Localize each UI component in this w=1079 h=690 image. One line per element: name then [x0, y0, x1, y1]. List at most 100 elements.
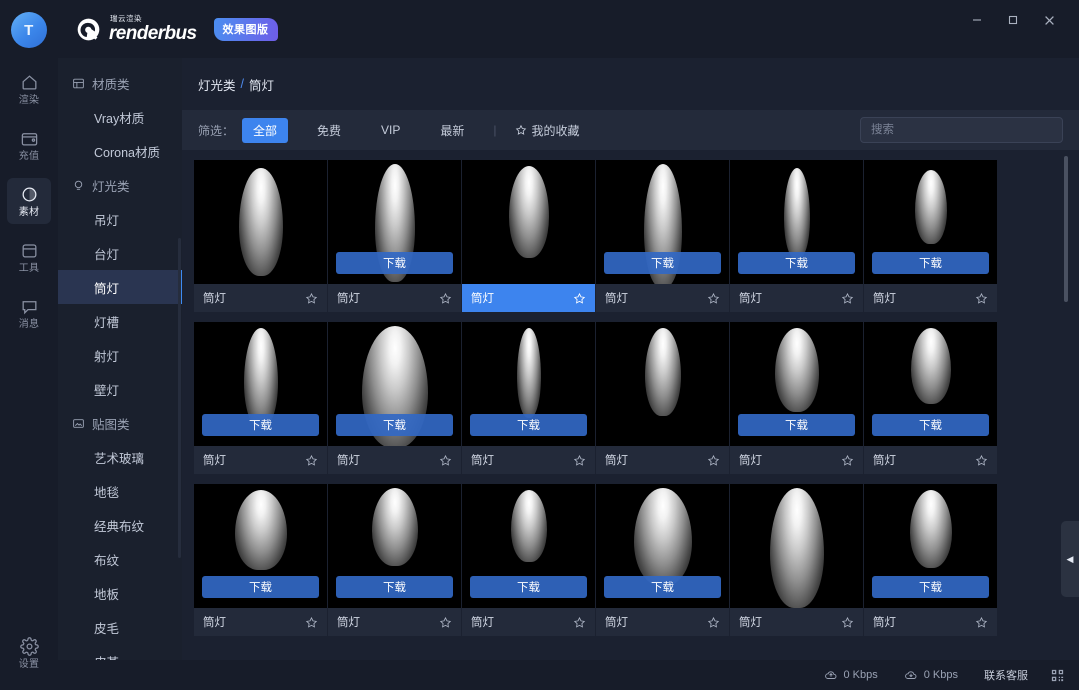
star-icon[interactable]	[975, 616, 988, 629]
download-button[interactable]: 下载	[872, 576, 989, 598]
asset-card[interactable]: 下载 筒灯	[194, 484, 327, 636]
filter-option-vip[interactable]: VIP	[370, 119, 411, 141]
nav-item-vray[interactable]: Vray材质	[58, 100, 182, 134]
maximize-button[interactable]	[995, 0, 1031, 40]
panel-collapse-handle[interactable]: ◀	[1061, 521, 1079, 597]
filter-option-newest[interactable]: 最新	[429, 118, 475, 143]
star-icon[interactable]	[573, 292, 586, 305]
sidebar-item-tools[interactable]: 工具	[7, 234, 51, 280]
nav-item-pendant-light[interactable]: 吊灯	[58, 202, 182, 236]
star-icon[interactable]	[707, 616, 720, 629]
asset-card[interactable]: 下载 筒灯	[328, 484, 461, 636]
sidebar-item-recharge[interactable]: 充值	[7, 122, 51, 168]
asset-card[interactable]: 下载 筒灯	[462, 484, 595, 636]
asset-card-footer: 筒灯	[328, 608, 461, 636]
light-cone-preview	[510, 490, 547, 562]
avatar[interactable]: T	[11, 12, 47, 48]
star-icon[interactable]	[707, 454, 720, 467]
asset-card[interactable]: 筒灯	[462, 160, 595, 312]
star-icon[interactable]	[841, 616, 854, 629]
nav-item-fabric[interactable]: 布纹	[58, 542, 182, 576]
download-button[interactable]: 下载	[872, 252, 989, 274]
asset-card[interactable]: 下载 筒灯	[864, 484, 997, 636]
sidebar-item-render[interactable]: 渲染	[7, 66, 51, 112]
star-icon[interactable]	[975, 454, 988, 467]
nav-item-fur[interactable]: 皮毛	[58, 610, 182, 644]
asset-card[interactable]: 筒灯	[194, 160, 327, 312]
assets-icon	[20, 184, 39, 204]
asset-card[interactable]: 筒灯	[730, 484, 863, 636]
download-button[interactable]: 下载	[872, 414, 989, 436]
my-favorites-button[interactable]: 我的收藏	[515, 122, 580, 139]
download-button[interactable]: 下载	[604, 252, 721, 274]
nav-item-classic-fabric[interactable]: 经典布纹	[58, 508, 182, 542]
star-icon[interactable]	[975, 292, 988, 305]
asset-card[interactable]: 下载 筒灯	[864, 160, 997, 312]
star-icon[interactable]	[305, 616, 318, 629]
download-button[interactable]: 下载	[738, 414, 855, 436]
nav-item-table-lamp[interactable]: 台灯	[58, 236, 182, 270]
asset-card[interactable]: 下载 筒灯	[864, 322, 997, 474]
chevron-left-icon: ◀	[1066, 553, 1074, 564]
contact-support-link[interactable]: 联系客服	[984, 667, 1028, 683]
sidebar-item-assets[interactable]: 素材	[7, 178, 51, 224]
logo-chinese-name: 瑞云渲染	[110, 14, 142, 24]
nav-item-label: Vray材质	[94, 111, 145, 126]
download-button[interactable]: 下载	[202, 576, 319, 598]
nav-item-corona[interactable]: Corona材质	[58, 134, 182, 168]
search-input[interactable]	[860, 117, 1063, 143]
nav-item-art-glass[interactable]: 艺术玻璃	[58, 440, 182, 474]
star-icon[interactable]	[573, 454, 586, 467]
star-icon[interactable]	[841, 454, 854, 467]
star-icon[interactable]	[707, 292, 720, 305]
asset-card[interactable]: 下载 筒灯	[194, 322, 327, 474]
asset-thumbnail: 下载	[864, 484, 997, 608]
star-icon[interactable]	[305, 454, 318, 467]
asset-card[interactable]: 下载 筒灯	[328, 160, 461, 312]
breadcrumb-separator: /	[240, 77, 244, 91]
star-icon[interactable]	[439, 292, 452, 305]
asset-card[interactable]: 下载 筒灯	[328, 322, 461, 474]
star-icon[interactable]	[841, 292, 854, 305]
nav-scrollbar[interactable]	[178, 238, 181, 558]
nav-item-leather[interactable]: 皮革	[58, 644, 182, 661]
filter-option-free[interactable]: 免费	[306, 118, 352, 143]
download-button[interactable]: 下载	[336, 414, 453, 436]
nav-item-carpet[interactable]: 地毯	[58, 474, 182, 508]
star-icon[interactable]	[305, 292, 318, 305]
minimize-button[interactable]	[959, 0, 995, 40]
star-icon[interactable]	[439, 616, 452, 629]
filter-option-all[interactable]: 全部	[242, 117, 289, 143]
star-icon[interactable]	[573, 616, 586, 629]
asset-thumbnail: 下载	[328, 484, 461, 608]
asset-card-label: 筒灯	[873, 293, 896, 305]
download-button[interactable]: 下载	[604, 576, 721, 598]
asset-card[interactable]: 下载 筒灯	[730, 322, 863, 474]
asset-card[interactable]: 下载 筒灯	[596, 484, 729, 636]
download-button[interactable]: 下载	[336, 252, 453, 274]
download-button[interactable]: 下载	[738, 252, 855, 274]
asset-card[interactable]: 下载 筒灯	[596, 160, 729, 312]
nav-item-wall-lamp[interactable]: 壁灯	[58, 372, 182, 406]
sidebar-item-message[interactable]: 消息	[7, 290, 51, 336]
download-button[interactable]: 下载	[336, 576, 453, 598]
light-cone-preview	[371, 488, 418, 566]
nav-item-light-trough[interactable]: 灯槽	[58, 304, 182, 338]
nav-item-spotlight[interactable]: 射灯	[58, 338, 182, 372]
nav-item-floor[interactable]: 地板	[58, 576, 182, 610]
download-button[interactable]: 下载	[470, 576, 587, 598]
asset-card[interactable]: 筒灯	[596, 322, 729, 474]
qrcode-icon[interactable]	[1050, 668, 1065, 683]
breadcrumb-parent[interactable]: 灯光类	[198, 75, 236, 94]
download-button[interactable]: 下载	[202, 414, 319, 436]
grid-scrollbar-thumb[interactable]	[1064, 156, 1068, 302]
nav-item-label: 吊灯	[94, 213, 120, 228]
nav-item-downlight[interactable]: 筒灯	[58, 270, 182, 304]
download-button[interactable]: 下载	[470, 414, 587, 436]
sidebar-item-settings[interactable]: 设置	[7, 630, 51, 676]
close-button[interactable]	[1031, 0, 1067, 40]
asset-card[interactable]: 下载 筒灯	[730, 160, 863, 312]
message-icon	[20, 296, 39, 316]
asset-card[interactable]: 下载 筒灯	[462, 322, 595, 474]
star-icon[interactable]	[439, 454, 452, 467]
